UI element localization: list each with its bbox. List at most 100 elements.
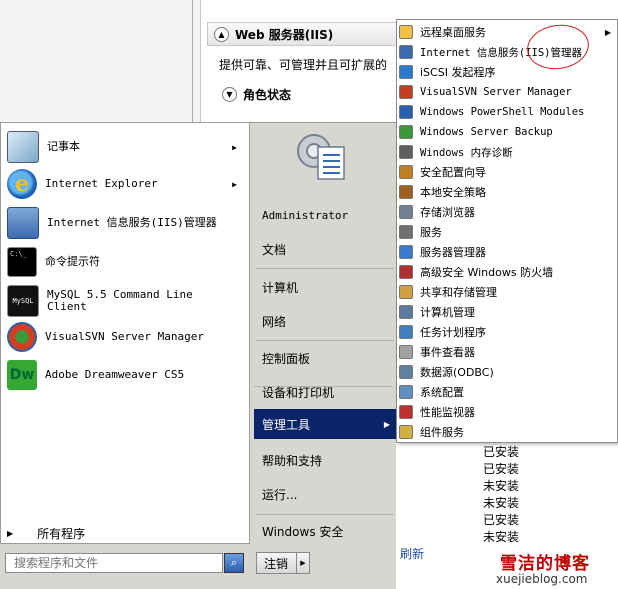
program-dreamweaver[interactable]: Dw Adobe Dreamweaver CS5 bbox=[7, 360, 245, 390]
program-label: 记事本 bbox=[47, 140, 80, 153]
iis-manager-icon bbox=[7, 207, 39, 239]
server-manager-icon bbox=[399, 245, 413, 259]
admin-tool-item[interactable]: 计算机管理 bbox=[399, 302, 615, 322]
admin-tool-item[interactable]: 性能监视器 bbox=[399, 402, 615, 422]
dreamweaver-icon: Dw bbox=[7, 360, 37, 390]
search-input[interactable] bbox=[5, 553, 223, 573]
admin-tools-label: 管理工具 bbox=[262, 417, 311, 432]
admin-tool-label: 本地安全策略 bbox=[420, 186, 486, 199]
admin-tool-item[interactable]: iSCSI 发起程序 bbox=[399, 62, 615, 82]
program-label: MySQL 5.5 Command Line Client bbox=[47, 288, 193, 313]
odbc-icon bbox=[399, 365, 413, 379]
visualsvn-icon bbox=[399, 85, 413, 99]
program-visualsvn[interactable]: VisualSVN Server Manager bbox=[7, 322, 245, 352]
admin-tool-label: 高级安全 Windows 防火墙 bbox=[420, 266, 554, 279]
admin-tool-item[interactable]: 存储浏览器 bbox=[399, 202, 615, 222]
computer-management-icon bbox=[399, 305, 413, 319]
admin-tool-item[interactable]: 本地安全策略 bbox=[399, 182, 615, 202]
share-storage-icon bbox=[399, 285, 413, 299]
iis-manager-icon bbox=[399, 45, 413, 59]
admin-tool-item[interactable]: Windows PowerShell Modules bbox=[399, 102, 615, 122]
services-icon bbox=[399, 225, 413, 239]
submenu-arrow-icon: ▶ bbox=[232, 142, 237, 152]
web-server-section-header[interactable]: ▲ Web 服务器(IIS) bbox=[207, 22, 407, 46]
help-support-link[interactable]: 帮助和支持 bbox=[262, 452, 322, 469]
program-internet-explorer[interactable]: e Internet Explorer ▶ bbox=[7, 169, 245, 199]
divider bbox=[256, 514, 394, 515]
user-name[interactable]: Administrator bbox=[262, 209, 348, 222]
mysql-icon: MySQL bbox=[7, 285, 39, 317]
admin-tool-item[interactable]: 组件服务 bbox=[399, 422, 615, 442]
documents-link[interactable]: 文档 bbox=[262, 241, 286, 258]
admin-tool-item[interactable]: 任务计划程序 bbox=[399, 322, 615, 342]
collapse-icon[interactable]: ▲ bbox=[214, 26, 229, 42]
task-scheduler-icon bbox=[399, 325, 413, 339]
submenu-arrow-icon: ▶ bbox=[604, 27, 611, 37]
watermark-url: xuejieblog.com bbox=[496, 572, 588, 586]
admin-tool-item[interactable]: 高级安全 Windows 防火墙 bbox=[399, 262, 615, 282]
search-icon[interactable]: ⌕ bbox=[224, 553, 244, 573]
iscsi-icon bbox=[399, 65, 413, 79]
backup-icon bbox=[399, 125, 413, 139]
all-programs-button[interactable]: ▶ 所有程序 bbox=[7, 525, 85, 542]
admin-tool-label: 共享和存储管理 bbox=[420, 286, 497, 299]
program-label: Adobe Dreamweaver CS5 bbox=[45, 368, 185, 381]
admin-tool-label: 存储浏览器 bbox=[420, 206, 475, 219]
all-programs-label: 所有程序 bbox=[37, 527, 86, 541]
program-mysql-client[interactable]: MySQL MySQL 5.5 Command Line Client bbox=[7, 285, 245, 317]
admin-tool-item[interactable]: Windows 内存诊断 bbox=[399, 142, 615, 162]
refresh-link[interactable]: 刷新 bbox=[400, 545, 424, 562]
admin-tool-item[interactable]: 安全配置向导 bbox=[399, 162, 615, 182]
role-status-header[interactable]: ▼ 角色状态 bbox=[222, 86, 291, 103]
admin-tool-item[interactable]: 服务器管理器 bbox=[399, 242, 615, 262]
computer-link[interactable]: 计算机 bbox=[262, 279, 298, 296]
admin-tool-item[interactable]: 服务 bbox=[399, 222, 615, 242]
admin-tools-submenu: 远程桌面服务 ▶ Internet 信息服务(IIS)管理器 iSCSI 发起程序 Vi… bbox=[396, 19, 618, 443]
divider bbox=[256, 340, 394, 341]
program-label: Internet 信息服务(IIS)管理器 bbox=[47, 216, 217, 229]
network-link[interactable]: 网络 bbox=[262, 313, 286, 330]
admin-tool-item[interactable]: VisualSVN Server Manager bbox=[399, 82, 615, 102]
submenu-arrow-icon: ▶ bbox=[232, 179, 237, 189]
admin-tool-label: 性能监视器 bbox=[420, 406, 475, 419]
status-value: 已安装 bbox=[483, 462, 520, 476]
firewall-icon bbox=[399, 265, 413, 279]
logoff-button[interactable]: 注销 ▶ bbox=[256, 552, 310, 574]
pinned-programs-pane: 记事本 ▶ e Internet Explorer ▶ Internet 信息服… bbox=[0, 122, 250, 544]
admin-tools-menu-item[interactable]: 管理工具 ▶ bbox=[254, 409, 396, 439]
program-iis-manager[interactable]: Internet 信息服务(IIS)管理器 bbox=[7, 207, 245, 239]
program-notepad[interactable]: 记事本 ▶ bbox=[7, 131, 245, 163]
windows-security-link[interactable]: Windows 安全 bbox=[262, 523, 343, 540]
system-config-icon bbox=[399, 385, 413, 399]
status-value: 未安装 bbox=[483, 496, 520, 510]
admin-tool-item[interactable]: 共享和存储管理 bbox=[399, 282, 615, 302]
admin-tool-label: 组件服务 bbox=[420, 426, 464, 439]
program-label: 命令提示符 bbox=[45, 255, 100, 268]
event-viewer-icon bbox=[399, 345, 413, 359]
local-security-policy-icon bbox=[399, 185, 413, 199]
admin-tool-item[interactable]: 系统配置 bbox=[399, 382, 615, 402]
devices-printers-link[interactable]: 设备和打印机 bbox=[262, 384, 334, 401]
admin-tool-item[interactable]: Windows Server Backup bbox=[399, 122, 615, 142]
admin-tool-label: Windows 内存诊断 bbox=[420, 146, 513, 159]
control-panel-link[interactable]: 控制面板 bbox=[262, 350, 310, 367]
admin-tool-item[interactable]: 数据源(ODBC) bbox=[399, 362, 615, 382]
triangle-right-icon: ▶ bbox=[7, 529, 14, 538]
admin-tool-label: VisualSVN Server Manager bbox=[420, 86, 572, 98]
admin-tool-label: 服务 bbox=[420, 226, 442, 239]
divider bbox=[256, 268, 394, 269]
admin-tool-label: 远程桌面服务 bbox=[420, 26, 486, 39]
expand-icon[interactable]: ▼ bbox=[222, 87, 237, 102]
admin-tool-label: 服务器管理器 bbox=[420, 246, 486, 259]
triangle-right-icon[interactable]: ▶ bbox=[296, 553, 309, 573]
program-label: VisualSVN Server Manager bbox=[45, 330, 204, 343]
user-picture-icon[interactable] bbox=[290, 129, 354, 189]
storage-explorer-icon bbox=[399, 205, 413, 219]
cmd-icon: C:\_ bbox=[7, 247, 37, 277]
submenu-arrow-icon: ▶ bbox=[383, 419, 390, 429]
status-value: 已安装 bbox=[483, 445, 520, 459]
role-status-label: 角色状态 bbox=[243, 88, 292, 102]
admin-tool-item[interactable]: 事件查看器 bbox=[399, 342, 615, 362]
program-command-prompt[interactable]: C:\_ 命令提示符 bbox=[7, 247, 245, 277]
run-link[interactable]: 运行... bbox=[262, 486, 297, 503]
